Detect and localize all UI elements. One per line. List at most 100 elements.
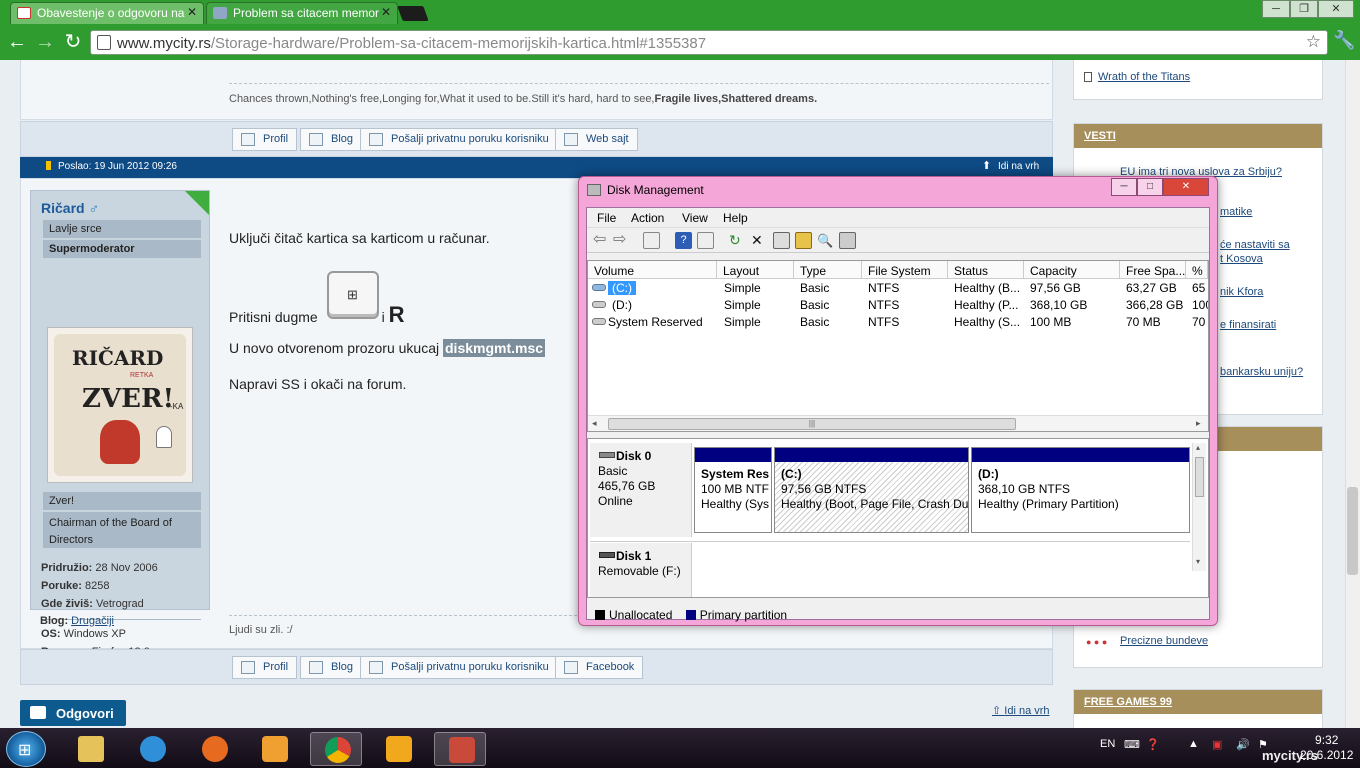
search-icon[interactable]: 🔍 (817, 232, 834, 249)
ie-taskbar-button[interactable] (126, 732, 178, 766)
news-link[interactable]: nik Kfora (1220, 286, 1263, 298)
blog-link[interactable]: Drugačiji (71, 615, 114, 627)
keyboard-icon[interactable]: ⌨ (1124, 738, 1140, 751)
properties-pane-icon[interactable] (697, 232, 714, 249)
computer-management-taskbar-button[interactable] (434, 732, 486, 766)
news-link[interactable]: e finansirati (1220, 319, 1276, 331)
back-arrow-icon[interactable]: ← (6, 32, 28, 54)
minimize-button[interactable]: ─ (1262, 0, 1290, 18)
media-player-taskbar-button[interactable] (248, 732, 300, 766)
news-link[interactable]: t Kosova (1220, 253, 1263, 265)
partition-c[interactable]: (C:) 97,56 GB NTFS Healthy (Boot, Page Fil… (774, 447, 969, 533)
firefox-taskbar-button[interactable] (188, 732, 240, 766)
blog-button[interactable]: Blog (300, 128, 363, 151)
column-free-space[interactable]: Free Spa... (1120, 261, 1186, 279)
scroll-left-icon[interactable]: ◂ (592, 418, 597, 429)
start-button[interactable]: ⊞ (6, 731, 46, 767)
scrollbar-thumb[interactable]: ||| (608, 418, 1016, 430)
minimize-button[interactable]: ─ (1111, 178, 1137, 196)
wrench-menu-icon[interactable]: 🔧 (1333, 30, 1355, 52)
disk-graphical-pane: Disk 0 Basic 465,76 GB Online System Res… (587, 438, 1209, 598)
page-scrollbar[interactable] (1345, 60, 1360, 728)
partition-d[interactable]: (D:) 368,10 GB NTFS Healthy (Primary Parti… (971, 447, 1190, 533)
network-icon[interactable]: ▣ (1212, 738, 1222, 751)
tab-mycity[interactable]: Problem sa citacem memor ✕ (206, 2, 398, 24)
private-message-button[interactable]: Pošalji privatnu poruku korisniku (360, 128, 558, 151)
sidebar-link[interactable]: Precizne bundeve (1120, 635, 1208, 647)
sidebar-heading[interactable]: VESTI (1074, 124, 1322, 148)
primary-partition-swatch (685, 610, 696, 620)
address-bar[interactable]: www.mycity.rs/Storage-hardware/Problem-s… (90, 30, 1328, 55)
help-icon[interactable]: ? (675, 232, 692, 249)
private-message-button[interactable]: Pošalji privatnu poruku korisniku (360, 656, 558, 679)
scroll-right-icon[interactable]: ▸ (1196, 418, 1201, 429)
maximize-button[interactable]: ❐ (1290, 0, 1318, 18)
firefox-icon (202, 736, 228, 762)
reply-button[interactable]: Odgovori (20, 700, 126, 726)
volume-name[interactable]: (C:) (608, 281, 636, 295)
profile-button[interactable]: Profil (232, 656, 298, 679)
menu-view[interactable]: View (682, 211, 708, 225)
disk1-label[interactable]: Disk 1 Removable (F:) (590, 543, 692, 597)
volume-name[interactable]: (D:) (612, 298, 632, 312)
new-tab-button[interactable] (397, 6, 429, 21)
disk-properties-icon[interactable] (839, 232, 856, 249)
website-button[interactable]: Web sajt (555, 128, 638, 151)
help-icon[interactable]: ❓ (1146, 738, 1160, 751)
avatar[interactable]: RIČARD RETKA ZVER! -KA (47, 327, 193, 483)
tab-close-icon[interactable]: ✕ (381, 5, 391, 19)
speech-bubble-icon (30, 706, 46, 719)
go-top-link[interactable]: Idi na vrh (998, 161, 1039, 172)
show-hidden-icons-icon[interactable]: ▲ (1188, 738, 1199, 750)
go-top-link[interactable]: ⇧ Idi na vrh (992, 704, 1050, 717)
column-volume[interactable]: Volume (588, 261, 717, 279)
column-percent-free[interactable]: % F (1186, 261, 1208, 279)
sidebar-heading[interactable]: FREE GAMES 99 (1074, 690, 1322, 714)
username[interactable]: Ričard ♂ (41, 200, 99, 216)
scrollbar-thumb[interactable] (1195, 457, 1204, 497)
partition-system-reserved[interactable]: System Res 100 MB NTF Healthy (Sys (694, 447, 772, 533)
news-link[interactable]: će nastaviti sa (1220, 239, 1290, 251)
close-window-button[interactable]: ✕ (1163, 178, 1209, 196)
app-taskbar-button[interactable] (372, 732, 424, 766)
sidebar-link[interactable]: Wrath of the Titans (1098, 71, 1190, 83)
bookmark-star-icon[interactable]: ☆ (1306, 32, 1321, 52)
forward-arrow-icon[interactable]: → (34, 32, 56, 54)
news-link[interactable]: matike (1220, 206, 1252, 218)
tab-close-icon[interactable]: ✕ (187, 5, 197, 19)
properties-icon[interactable] (773, 232, 790, 249)
scrollbar-thumb[interactable] (1347, 487, 1358, 575)
column-layout[interactable]: Layout (717, 261, 794, 279)
menu-help[interactable]: Help (723, 211, 748, 225)
delete-icon[interactable]: ✕ (751, 232, 768, 249)
volume-icon[interactable]: 🔊 (1236, 738, 1250, 751)
console-tree-icon[interactable] (643, 232, 660, 249)
scroll-up-icon[interactable]: ▴ (1196, 443, 1200, 452)
volume-name[interactable]: System Reserved (608, 315, 703, 329)
facebook-button[interactable]: Facebook (555, 656, 644, 679)
vertical-scrollbar[interactable]: ▴ ▾ (1192, 443, 1206, 571)
tab-gmail[interactable]: Obavestenje o odgovoru na ✕ (10, 2, 204, 24)
scroll-down-icon[interactable]: ▾ (1196, 557, 1200, 566)
blog-button[interactable]: Blog (300, 656, 363, 679)
refresh-icon[interactable]: ↻ (729, 232, 746, 249)
menu-file[interactable]: File (597, 211, 616, 225)
column-file-system[interactable]: File System (862, 261, 948, 279)
column-type[interactable]: Type (794, 261, 862, 279)
column-capacity[interactable]: Capacity (1024, 261, 1120, 279)
forward-icon[interactable]: ⇨ (613, 232, 630, 249)
horizontal-scrollbar[interactable]: ◂ ||| ▸ (588, 415, 1208, 431)
profile-button[interactable]: Profil (232, 128, 298, 151)
disk0-label[interactable]: Disk 0 Basic 465,76 GB Online (590, 443, 692, 537)
explorer-taskbar-button[interactable] (64, 732, 116, 766)
chrome-taskbar-button[interactable] (310, 732, 362, 766)
menu-action[interactable]: Action (631, 211, 664, 225)
column-status[interactable]: Status (948, 261, 1024, 279)
maximize-button[interactable]: □ (1137, 178, 1163, 196)
close-window-button[interactable]: ✕ (1318, 0, 1354, 18)
back-icon[interactable]: ⇦ (593, 232, 610, 249)
language-indicator[interactable]: EN (1100, 738, 1115, 750)
reload-icon[interactable]: ↻ (62, 32, 84, 54)
open-folder-icon[interactable] (795, 232, 812, 249)
news-link[interactable]: bankarsku uniju? (1220, 366, 1303, 378)
